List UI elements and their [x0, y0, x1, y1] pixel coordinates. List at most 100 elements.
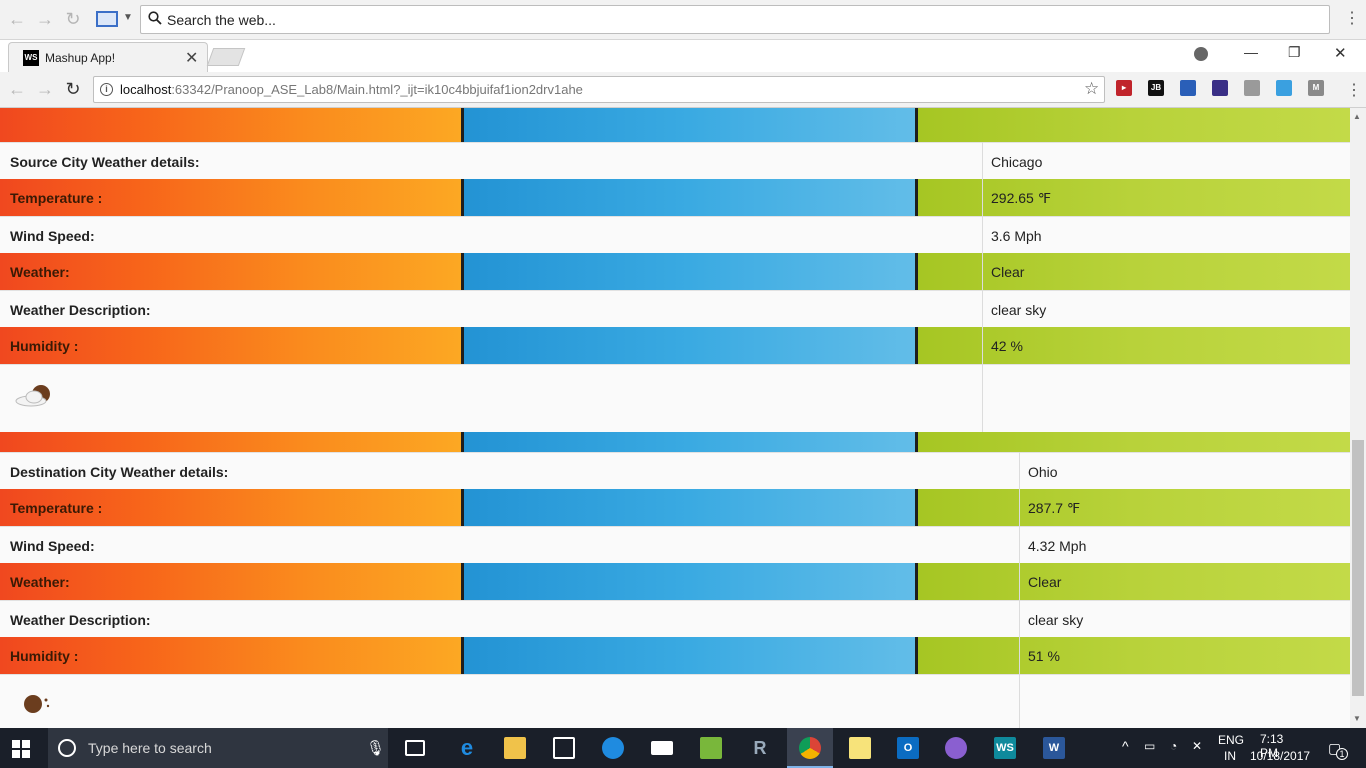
- clock-date[interactable]: 10/18/2017: [1250, 749, 1310, 763]
- store-icon[interactable]: [553, 737, 575, 759]
- row-label: Wind Speed:: [10, 228, 95, 244]
- table-row: Temperature : 287.7 ℉: [0, 489, 1350, 526]
- webstorm-favicon-icon: WS: [23, 50, 39, 66]
- clear-night-icon: [20, 692, 52, 716]
- column-divider: [982, 142, 983, 432]
- wifi-icon[interactable]: ◔: [1170, 739, 1177, 753]
- row-label: Humidity :: [10, 338, 79, 354]
- bookmark-ext-icon[interactable]: [1180, 80, 1196, 96]
- taskbar-search-box[interactable]: Type here to search 🎙: [48, 728, 388, 768]
- row-label: Weather:: [10, 264, 70, 280]
- source-heading: Source City Weather details:: [10, 154, 200, 170]
- r-language-icon[interactable]: R: [749, 737, 771, 759]
- language-top[interactable]: ENG: [1218, 733, 1244, 747]
- tab-close-icon[interactable]: ✕: [185, 48, 198, 68]
- row-value: clear sky: [991, 302, 1047, 318]
- github-desktop-icon[interactable]: [945, 737, 967, 759]
- source-icon-row: [0, 364, 1350, 432]
- table-row: Humidity : 51 %: [0, 637, 1350, 674]
- row-label: Humidity :: [10, 648, 79, 664]
- outer-window-icon[interactable]: [96, 11, 118, 27]
- outer-search-input[interactable]: Search the web...: [140, 5, 1330, 34]
- row-value: clear sky: [1028, 612, 1084, 628]
- volume-muted-icon[interactable]: ✕: [1192, 739, 1202, 753]
- window-close-button[interactable]: ✕: [1334, 44, 1347, 62]
- m-ext-icon[interactable]: M: [1308, 80, 1324, 96]
- webstorm-icon[interactable]: WS: [994, 737, 1016, 759]
- outlook-icon[interactable]: O: [897, 737, 919, 759]
- chevron-up-icon[interactable]: ^: [1122, 738, 1129, 754]
- microphone-icon[interactable]: 🎙: [366, 739, 385, 757]
- source-heading-row: Source City Weather details: Chicago: [0, 142, 1350, 179]
- chrome-icon[interactable]: [799, 737, 821, 759]
- scroll-thumb[interactable]: [1352, 440, 1364, 696]
- outer-forward-icon[interactable]: →: [34, 8, 56, 30]
- table-row: Humidity : 42 %: [0, 327, 1350, 364]
- bookmark-star-icon[interactable]: ☆: [1084, 79, 1099, 99]
- tab-mashup-app[interactable]: WS Mashup App! ✕: [8, 42, 208, 72]
- page-scrollbar[interactable]: ▲ ▼: [1350, 108, 1366, 728]
- destination-icon-row: [0, 674, 1350, 728]
- destination-city-name: Ohio: [1028, 464, 1058, 480]
- circle-ext-icon[interactable]: [1244, 80, 1260, 96]
- destination-heading-row: Destination City Weather details: Ohio: [0, 452, 1350, 489]
- row-label: Wind Speed:: [10, 538, 95, 554]
- back-icon[interactable]: ←: [6, 78, 28, 100]
- outer-back-icon[interactable]: ←: [6, 8, 28, 30]
- minimize-button[interactable]: —: [1244, 44, 1258, 60]
- table-row: Weather: Clear: [0, 253, 1350, 290]
- table-row: Temperature : 292.65 ℉: [0, 179, 1350, 216]
- maximize-button[interactable]: ❐: [1288, 44, 1301, 61]
- table-row: Weather Description: clear sky: [0, 600, 1350, 637]
- address-bar[interactable]: i localhost:63342/Pranoop_ASE_Lab8/Main.…: [93, 76, 1105, 103]
- chevron-down-icon[interactable]: ▼: [123, 12, 133, 23]
- edge-icon[interactable]: e: [456, 737, 478, 759]
- row-value: Clear: [991, 264, 1025, 280]
- search-icon: [148, 11, 162, 25]
- windows-start-icon[interactable]: [12, 740, 30, 758]
- row-value: 287.7 ℉: [1028, 500, 1081, 516]
- destination-heading: Destination City Weather details:: [10, 464, 229, 480]
- mask-ext-icon[interactable]: [1212, 80, 1228, 96]
- info-icon[interactable]: i: [100, 83, 113, 96]
- file-explorer-icon[interactable]: [504, 737, 526, 759]
- row-value: 42 %: [991, 338, 1023, 354]
- row-value: 292.65 ℉: [991, 190, 1052, 206]
- row-label: Weather:: [10, 574, 70, 590]
- chart-app-icon[interactable]: [700, 737, 722, 759]
- table-row: Weather Description: clear sky: [0, 290, 1350, 327]
- table-row: Weather: Clear: [0, 563, 1350, 600]
- row-value: Clear: [1028, 574, 1062, 590]
- language-bottom[interactable]: IN: [1224, 749, 1236, 763]
- notification-count: 1: [1336, 748, 1348, 760]
- weather-ext-icon[interactable]: [1276, 80, 1292, 96]
- mail-icon[interactable]: [651, 741, 673, 755]
- profile-icon[interactable]: [1194, 47, 1208, 61]
- url-text[interactable]: localhost:63342/Pranoop_ASE_Lab8/Main.ht…: [120, 82, 583, 97]
- word-icon[interactable]: W: [1043, 737, 1065, 759]
- row-label: Temperature :: [10, 190, 103, 206]
- new-tab-button[interactable]: [206, 48, 246, 66]
- red-ext-icon[interactable]: ▸: [1116, 80, 1132, 96]
- safari-like-icon[interactable]: [602, 737, 624, 759]
- row-value: 3.6 Mph: [991, 228, 1042, 244]
- windows-taskbar: Type here to search 🎙 e R O WS W ^ ▭ ◔ ✕…: [0, 728, 1366, 768]
- chrome-menu-icon[interactable]: ⋮: [1346, 80, 1362, 100]
- partly-cloudy-night-icon: [14, 382, 54, 410]
- row-label: Temperature :: [10, 500, 103, 516]
- outer-refresh-icon[interactable]: ↻: [62, 8, 84, 30]
- battery-icon[interactable]: ▭: [1144, 739, 1155, 753]
- scroll-up-icon[interactable]: ▲: [1353, 112, 1361, 121]
- jetbrains-ext-icon[interactable]: JB: [1148, 80, 1164, 96]
- forward-icon[interactable]: →: [34, 78, 56, 100]
- task-view-icon[interactable]: [405, 740, 425, 756]
- outer-menu-icon[interactable]: ⋮: [1344, 8, 1360, 28]
- outer-search-toolbar: ← → ↻ ▼ Search the web... ⋮: [0, 0, 1366, 40]
- row-label: Weather Description:: [10, 612, 151, 628]
- reload-icon[interactable]: ↻: [62, 78, 84, 100]
- sticky-notes-icon[interactable]: [849, 737, 871, 759]
- tab-title: Mashup App!: [45, 51, 116, 65]
- table-row: Wind Speed: 4.32 Mph: [0, 526, 1350, 563]
- scroll-down-icon[interactable]: ▼: [1353, 714, 1361, 723]
- background-strip: [0, 432, 1350, 452]
